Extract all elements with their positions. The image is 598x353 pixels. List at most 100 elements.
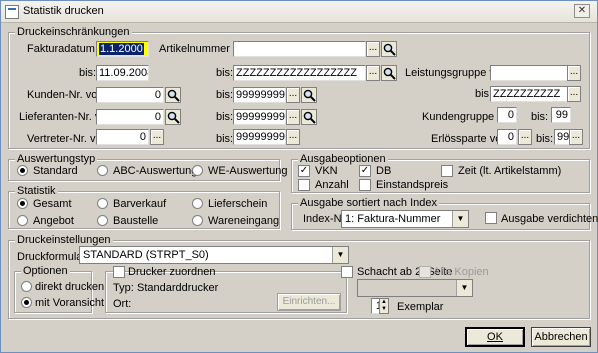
- group-title: Druckeinschränkungen: [15, 26, 132, 38]
- radio-barverkauf-label: Barverkauf: [113, 198, 167, 210]
- leistungsgruppe-from-input[interactable]: [490, 65, 568, 81]
- checkbox-zeit-label: Zeit (lt. Artikelstamm): [458, 165, 562, 177]
- radio-angebot[interactable]: [17, 215, 28, 226]
- checkbox-zeit[interactable]: [441, 165, 453, 177]
- leistungsgruppe-from-browse-button[interactable]: ...: [567, 65, 581, 81]
- close-button[interactable]: ✕: [574, 4, 590, 18]
- artikelnummer-to-browse-button[interactable]: ...: [366, 65, 380, 81]
- bis-label: bis:: [531, 111, 549, 123]
- checkbox-anzahl[interactable]: [298, 179, 310, 191]
- checkbox-alle-kopien[interactable]: [419, 266, 431, 278]
- radio-direkt-drucken-label: direkt drucken: [35, 281, 105, 293]
- typ-label: Typ:: [113, 282, 134, 294]
- checkbox-vkn[interactable]: ✓: [298, 165, 310, 177]
- checkbox-drucker-zuordnen[interactable]: [113, 266, 125, 278]
- search-icon[interactable]: [381, 65, 397, 81]
- search-icon[interactable]: [165, 87, 181, 103]
- index-select-value: 1: Faktura-Nummer: [345, 213, 441, 225]
- exemplar-spinner[interactable]: ▲ ▼: [379, 298, 389, 314]
- checkbox-schacht[interactable]: [341, 266, 353, 278]
- radio-lieferschein[interactable]: [192, 198, 203, 209]
- artikelnummer-to-input[interactable]: ZZZZZZZZZZZZZZZZZZ: [233, 65, 366, 81]
- erloesparte-to-browse-button[interactable]: ...: [569, 129, 583, 145]
- group-title: Ausgabe sortiert nach Index: [298, 197, 439, 209]
- radio-wareneingang-label: Wareneingang: [208, 215, 280, 227]
- bis-label: bis:: [216, 89, 234, 101]
- vertreter-from-browse-button[interactable]: ...: [150, 129, 164, 145]
- checkbox-db[interactable]: ✓: [359, 165, 371, 177]
- title-bar: Statistik drucken ✕: [1, 1, 597, 23]
- radio-mit-voransicht-label: mit Voransicht: [35, 297, 105, 309]
- radio-wareneingang[interactable]: [192, 215, 203, 226]
- vertreter-from-input[interactable]: 0: [96, 129, 149, 145]
- checkbox-einstandspreis[interactable]: [359, 179, 371, 191]
- kunden-to-input[interactable]: 99999999: [233, 87, 286, 103]
- bis-label: bis:: [79, 67, 97, 79]
- leistungsgruppe-to-input[interactable]: ZZZZZZZZZZ: [490, 86, 568, 102]
- erloesparte-from-input[interactable]: 0: [497, 129, 517, 145]
- lieferanten-to-browse-button[interactable]: ...: [286, 109, 300, 125]
- erloesparte-from-browse-button[interactable]: ...: [518, 129, 532, 145]
- checkbox-drucker-zuordnen-label: Drucker zuordnen: [128, 266, 216, 278]
- radio-baustelle[interactable]: [97, 215, 108, 226]
- group-title: Auswertungstyp: [15, 153, 98, 165]
- checkbox-alle-kopien-label: Alle Kopien: [433, 266, 489, 278]
- group-title: Ausgabeoptionen: [298, 153, 388, 165]
- group-title: Statistik: [15, 185, 58, 197]
- kunden-from-input[interactable]: 0: [96, 87, 164, 103]
- search-icon[interactable]: [301, 87, 317, 103]
- checkbox-ausgabe-verdichten[interactable]: [485, 212, 497, 224]
- window-icon: [5, 5, 19, 19]
- lieferanten-to-input[interactable]: 99999999: [233, 109, 286, 125]
- leistungsgruppe-to-browse-button[interactable]: ...: [567, 86, 581, 102]
- ok-button[interactable]: OK: [465, 327, 525, 347]
- search-icon[interactable]: [301, 109, 317, 125]
- kunden-to-browse-button[interactable]: ...: [286, 87, 300, 103]
- abbrechen-button[interactable]: Abbrechen: [531, 327, 591, 347]
- radio-mit-voransicht[interactable]: [21, 297, 32, 308]
- schacht-select[interactable]: ▼: [357, 279, 473, 297]
- fakturadatum-from-input[interactable]: 1.1.2000: [96, 41, 149, 57]
- vertreter-to-browse-button[interactable]: ...: [286, 129, 300, 145]
- checkbox-ausgabe-verdichten-label: Ausgabe verdichten: [501, 213, 598, 225]
- search-icon[interactable]: [381, 41, 397, 57]
- radio-baustelle-label: Baustelle: [113, 215, 159, 227]
- radio-abc-label: ABC-Auswertung: [113, 165, 198, 177]
- radio-abc-auswertung[interactable]: [97, 165, 108, 176]
- index-select[interactable]: 1: Faktura-Nummer ▼: [341, 210, 469, 228]
- ort-label: Ort:: [113, 298, 132, 310]
- checkbox-einstandspreis-label: Einstandspreis: [376, 179, 449, 191]
- radio-standard[interactable]: [17, 165, 28, 176]
- erloesparte-to-input[interactable]: 99: [554, 129, 570, 145]
- druckformular-select-value: STANDARD (STRPT_S0): [83, 249, 209, 261]
- checkbox-db-label: DB: [376, 165, 392, 177]
- group-title: Druckeinstellungen: [15, 234, 113, 246]
- chevron-down-icon: ▼: [452, 211, 468, 227]
- vertreter-to-input[interactable]: 99999999: [233, 129, 286, 145]
- checkbox-vkn-label: VKN: [315, 165, 338, 177]
- kundengruppe-to-input[interactable]: 99: [551, 107, 571, 123]
- fakturadatum-from-value: 1.1.2000: [99, 43, 144, 55]
- artikelnummer-from-input[interactable]: [233, 41, 366, 57]
- bis-label: bis:: [216, 133, 234, 145]
- statistik-drucken-dialog: Statistik drucken ✕ Druckeinschränkungen…: [0, 0, 598, 353]
- druckformular-select[interactable]: STANDARD (STRPT_S0) ▼: [79, 246, 349, 264]
- radio-gesamt[interactable]: [17, 198, 28, 209]
- lieferanten-from-input[interactable]: 0: [96, 109, 164, 125]
- radio-gesamt-label: Gesamt: [33, 198, 72, 210]
- radio-angebot-label: Angebot: [33, 215, 74, 227]
- window-title: Statistik drucken: [23, 5, 104, 17]
- fakturadatum-to-input[interactable]: 11.09.2008: [96, 65, 149, 81]
- exemplar-label: Exemplar: [397, 301, 444, 313]
- kundengruppe-from-input[interactable]: 0: [497, 107, 517, 123]
- kunden-label: Kunden-Nr. von:: [27, 89, 107, 101]
- search-icon[interactable]: [165, 109, 181, 125]
- radio-we-auswertung[interactable]: [192, 165, 203, 176]
- radio-direkt-drucken[interactable]: [21, 281, 32, 292]
- radio-barverkauf[interactable]: [97, 198, 108, 209]
- einrichten-button[interactable]: Einrichten...: [277, 293, 341, 311]
- abbrechen-button-label: Abbrechen: [534, 331, 588, 343]
- radio-we-label: WE-Auswertung: [208, 165, 288, 177]
- artikelnummer-from-browse-button[interactable]: ...: [366, 41, 380, 57]
- checkbox-anzahl-label: Anzahl: [315, 179, 349, 191]
